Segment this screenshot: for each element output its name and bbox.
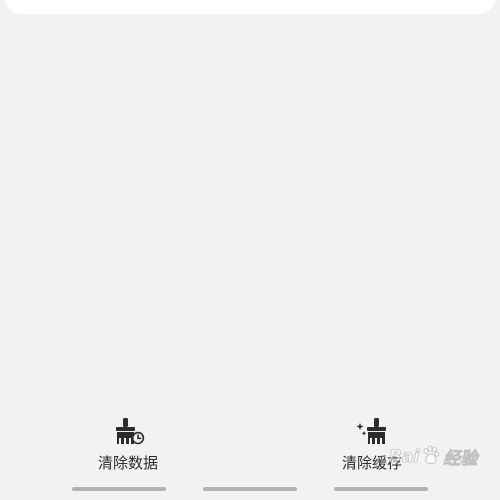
top-card: [4, 0, 496, 14]
bottom-indicator-2: [203, 487, 297, 491]
broom-sparkle-icon: [355, 416, 389, 446]
baidu-paw-icon: [421, 444, 441, 469]
bottom-indicator-3: [334, 487, 428, 491]
clear-data-button[interactable]: 清除数据: [73, 416, 183, 476]
broom-clock-icon: [111, 416, 145, 446]
clear-data-label: 清除数据: [97, 454, 158, 472]
bottom-indicator-1: [72, 487, 166, 491]
watermark-prefix: Bai: [389, 446, 420, 467]
screen: 清除数据 清除缓存 Bai 经验: [0, 0, 500, 500]
watermark-suffix: 经验: [443, 449, 478, 470]
baidu-watermark: Bai 经验: [389, 444, 478, 470]
